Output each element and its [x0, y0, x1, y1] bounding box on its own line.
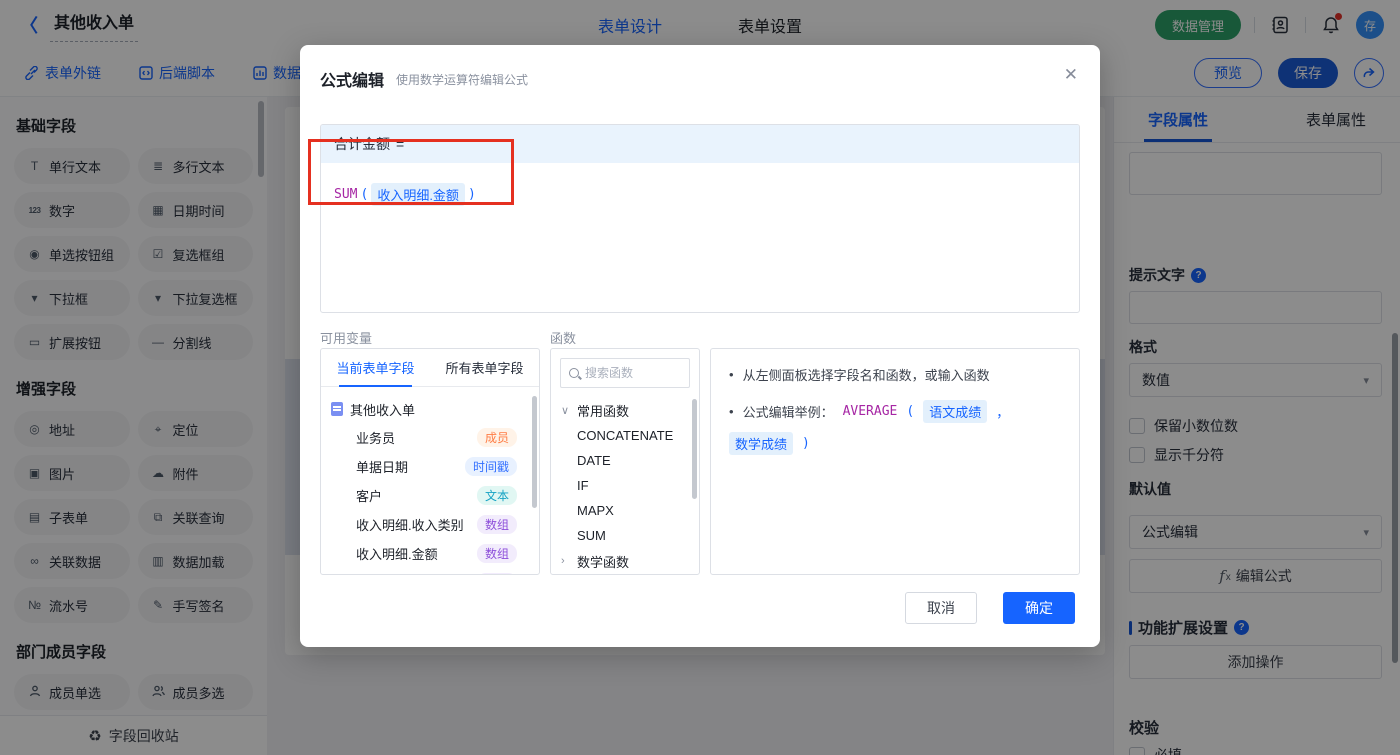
functions-scrollbar[interactable] [692, 399, 697, 499]
type-badge: 数组 [476, 573, 517, 574]
formula-field-chip: 收入明细.金额 [371, 183, 465, 206]
variable-name: 收入明细.金额 [356, 547, 438, 562]
cancel-button[interactable]: 取消 [905, 592, 977, 624]
function-group-math[interactable]: › 数学函数 [551, 548, 699, 574]
confirm-button[interactable]: 确定 [1003, 592, 1075, 624]
function-item-date[interactable]: DATE [551, 448, 699, 473]
group-label: 数学函数 [577, 554, 630, 570]
variable-name: 收入明细.收入类别 [356, 518, 464, 533]
variable-row[interactable]: 客户 文本 [331, 481, 529, 510]
example-field-chip: 数学成绩 [729, 432, 794, 455]
functions-label: 函数 [550, 331, 577, 346]
formula-target: 合计金额 [334, 136, 390, 152]
formula-target-row: 合计金额 = [321, 125, 1079, 163]
function-group-text[interactable]: › 文本函数 [551, 574, 699, 575]
help-panel: • 从左侧面板选择字段名和函数，或输入函数 • 公式编辑举例： AVERAGE( … [710, 348, 1080, 575]
variable-row[interactable]: 收入明细.备注 数组 [331, 568, 529, 574]
app-root: 〈 其他收入单 表单设计 表单设置 数据管理 存 表单外链 后端脚本 预览 保存… [0, 0, 1400, 755]
function-item-sum[interactable]: SUM [551, 523, 699, 548]
variables-label: 可用变量 [320, 331, 373, 346]
modal-title: 公式编辑 [320, 73, 385, 90]
variable-row[interactable]: 业务员 成员 [331, 423, 529, 452]
variables-scrollbar[interactable] [532, 396, 537, 508]
function-search-input[interactable] [585, 366, 681, 380]
tab-all-form-fields[interactable]: 所有表单字段 [430, 349, 539, 386]
close-paren: ) [467, 187, 476, 202]
function-search[interactable] [560, 358, 690, 388]
formula-editor[interactable]: 合计金额 = SUM( 收入明细.金额 ) [320, 124, 1080, 313]
type-badge: 文本 [476, 486, 517, 505]
close-icon[interactable]: ✕ [1064, 65, 1078, 85]
variables-tree: 其他收入单 业务员 成员 单据日期 时间戳 客户 文本 收入明细.收入类别 数组 [321, 387, 539, 574]
group-label: 常用函数 [577, 403, 630, 419]
variables-panel: 当前表单字段 所有表单字段 其他收入单 业务员 成员 单据日期 时间戳 客户 文… [320, 348, 540, 575]
open-paren: ( [360, 187, 369, 202]
type-badge: 数组 [476, 544, 517, 563]
example-field-chip: 语文成绩 [923, 400, 988, 423]
function-group-common[interactable]: ∨ 常用函数 [551, 397, 699, 423]
bullet-icon: • [729, 367, 734, 382]
variable-row[interactable]: 收入明细.收入类别 数组 [331, 510, 529, 539]
tab-current-form-fields[interactable]: 当前表单字段 [321, 349, 430, 387]
variable-row[interactable]: 收入明细.金额 数组 [331, 539, 529, 568]
chevron-right-icon: › [561, 555, 565, 567]
variables-root[interactable]: 其他收入单 [331, 395, 529, 423]
bullet-icon: • [729, 404, 734, 419]
formula-expression: SUM( 收入明细.金额 ) [321, 163, 1079, 226]
formula-edit-modal: 公式编辑 使用数学运算符编辑公式 ✕ 合计金额 = SUM( 收入明细.金额 )… [300, 45, 1100, 647]
functions-panel: ∨ 常用函数 CONCATENATE DATE IF MAPX SUM › 数学… [550, 348, 700, 575]
function-item-if[interactable]: IF [551, 473, 699, 498]
help-tip-1: • 从左侧面板选择字段名和函数，或输入函数 [729, 367, 990, 383]
formula-function-name: SUM [334, 187, 358, 202]
variables-tabs: 当前表单字段 所有表单字段 [321, 349, 539, 387]
variable-name: 客户 [356, 489, 383, 504]
type-badge: 时间戳 [464, 457, 517, 476]
example-function-name: AVERAGE [842, 404, 898, 419]
variable-row[interactable]: 单据日期 时间戳 [331, 452, 529, 481]
variable-name: 收入明细.备注 [356, 573, 438, 574]
variable-name: 单据日期 [356, 460, 409, 475]
chevron-down-icon: ∨ [561, 404, 570, 417]
equals-sign: = [396, 136, 405, 152]
help-tip-2: • 公式编辑举例： AVERAGE( 语文成绩 ， 数学成绩 ) [729, 400, 1061, 455]
function-item-concatenate[interactable]: CONCATENATE [551, 423, 699, 448]
type-badge: 数组 [476, 515, 517, 534]
search-icon [569, 368, 579, 378]
form-doc-icon [331, 402, 343, 416]
variables-root-label: 其他收入单 [350, 402, 416, 418]
function-item-mapx[interactable]: MAPX [551, 498, 699, 523]
variable-name: 业务员 [356, 431, 396, 446]
type-badge: 成员 [476, 428, 517, 447]
modal-subtitle: 使用数学运算符编辑公式 [396, 73, 529, 87]
